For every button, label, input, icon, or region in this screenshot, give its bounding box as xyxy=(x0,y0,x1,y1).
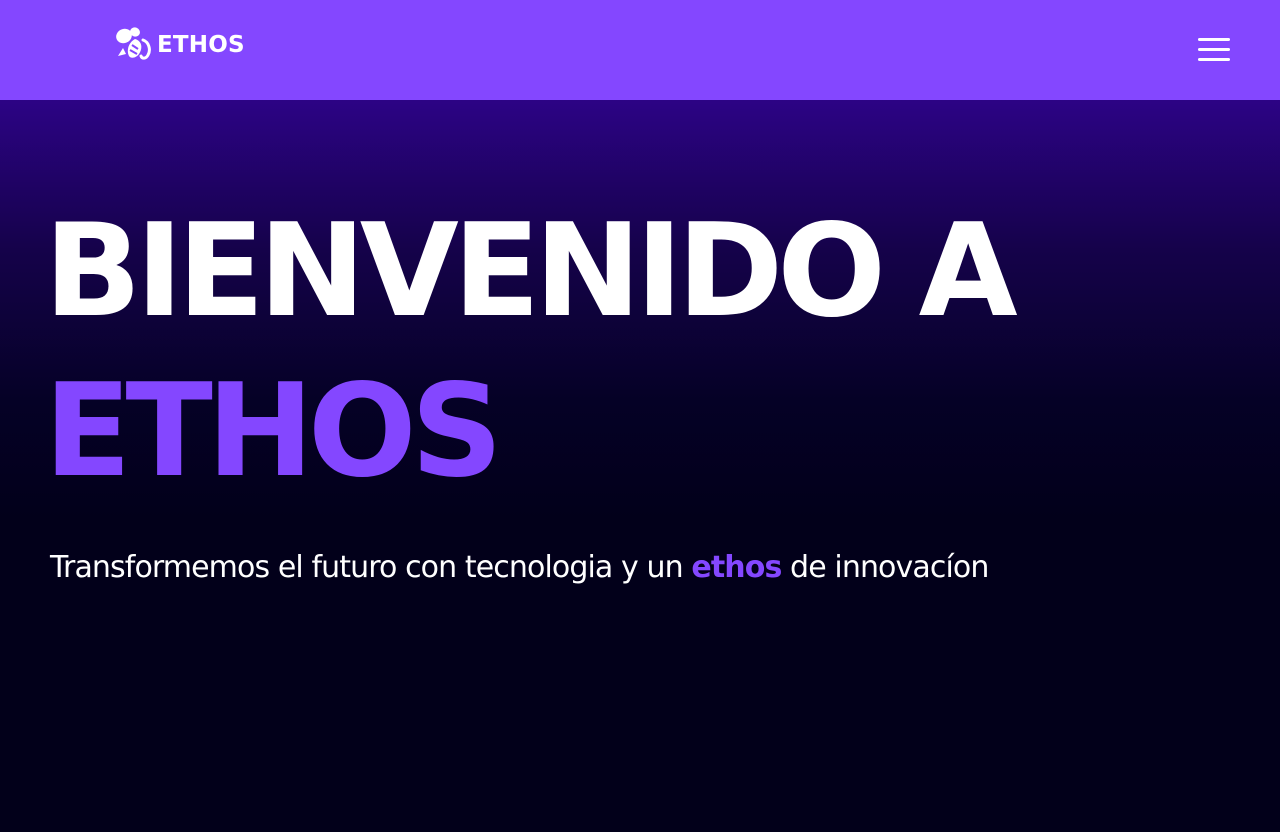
logo-text: ETHOS xyxy=(157,31,245,58)
hamburger-menu-button[interactable] xyxy=(1196,35,1232,65)
top-navigation-bar: ETHOS xyxy=(0,0,1280,100)
ethos-logo-link[interactable]: ETHOS xyxy=(115,26,245,60)
hero-subtitle: Transformemos el futuro con tecnologia y… xyxy=(50,550,989,586)
subtitle-text-before: Transformemos el futuro con tecnologia y… xyxy=(50,550,692,585)
bee-logo-icon xyxy=(116,27,151,60)
hero-section: BIENVENIDO A ETHOS Transformemos el futu… xyxy=(0,100,1280,832)
subtitle-text-after: de innovacíon xyxy=(781,550,989,585)
hero-title-line-1: BIENVENIDO A xyxy=(44,197,1018,346)
hero-title-line-2: ETHOS xyxy=(44,357,503,506)
subtitle-highlight-ethos: ethos xyxy=(691,550,782,585)
